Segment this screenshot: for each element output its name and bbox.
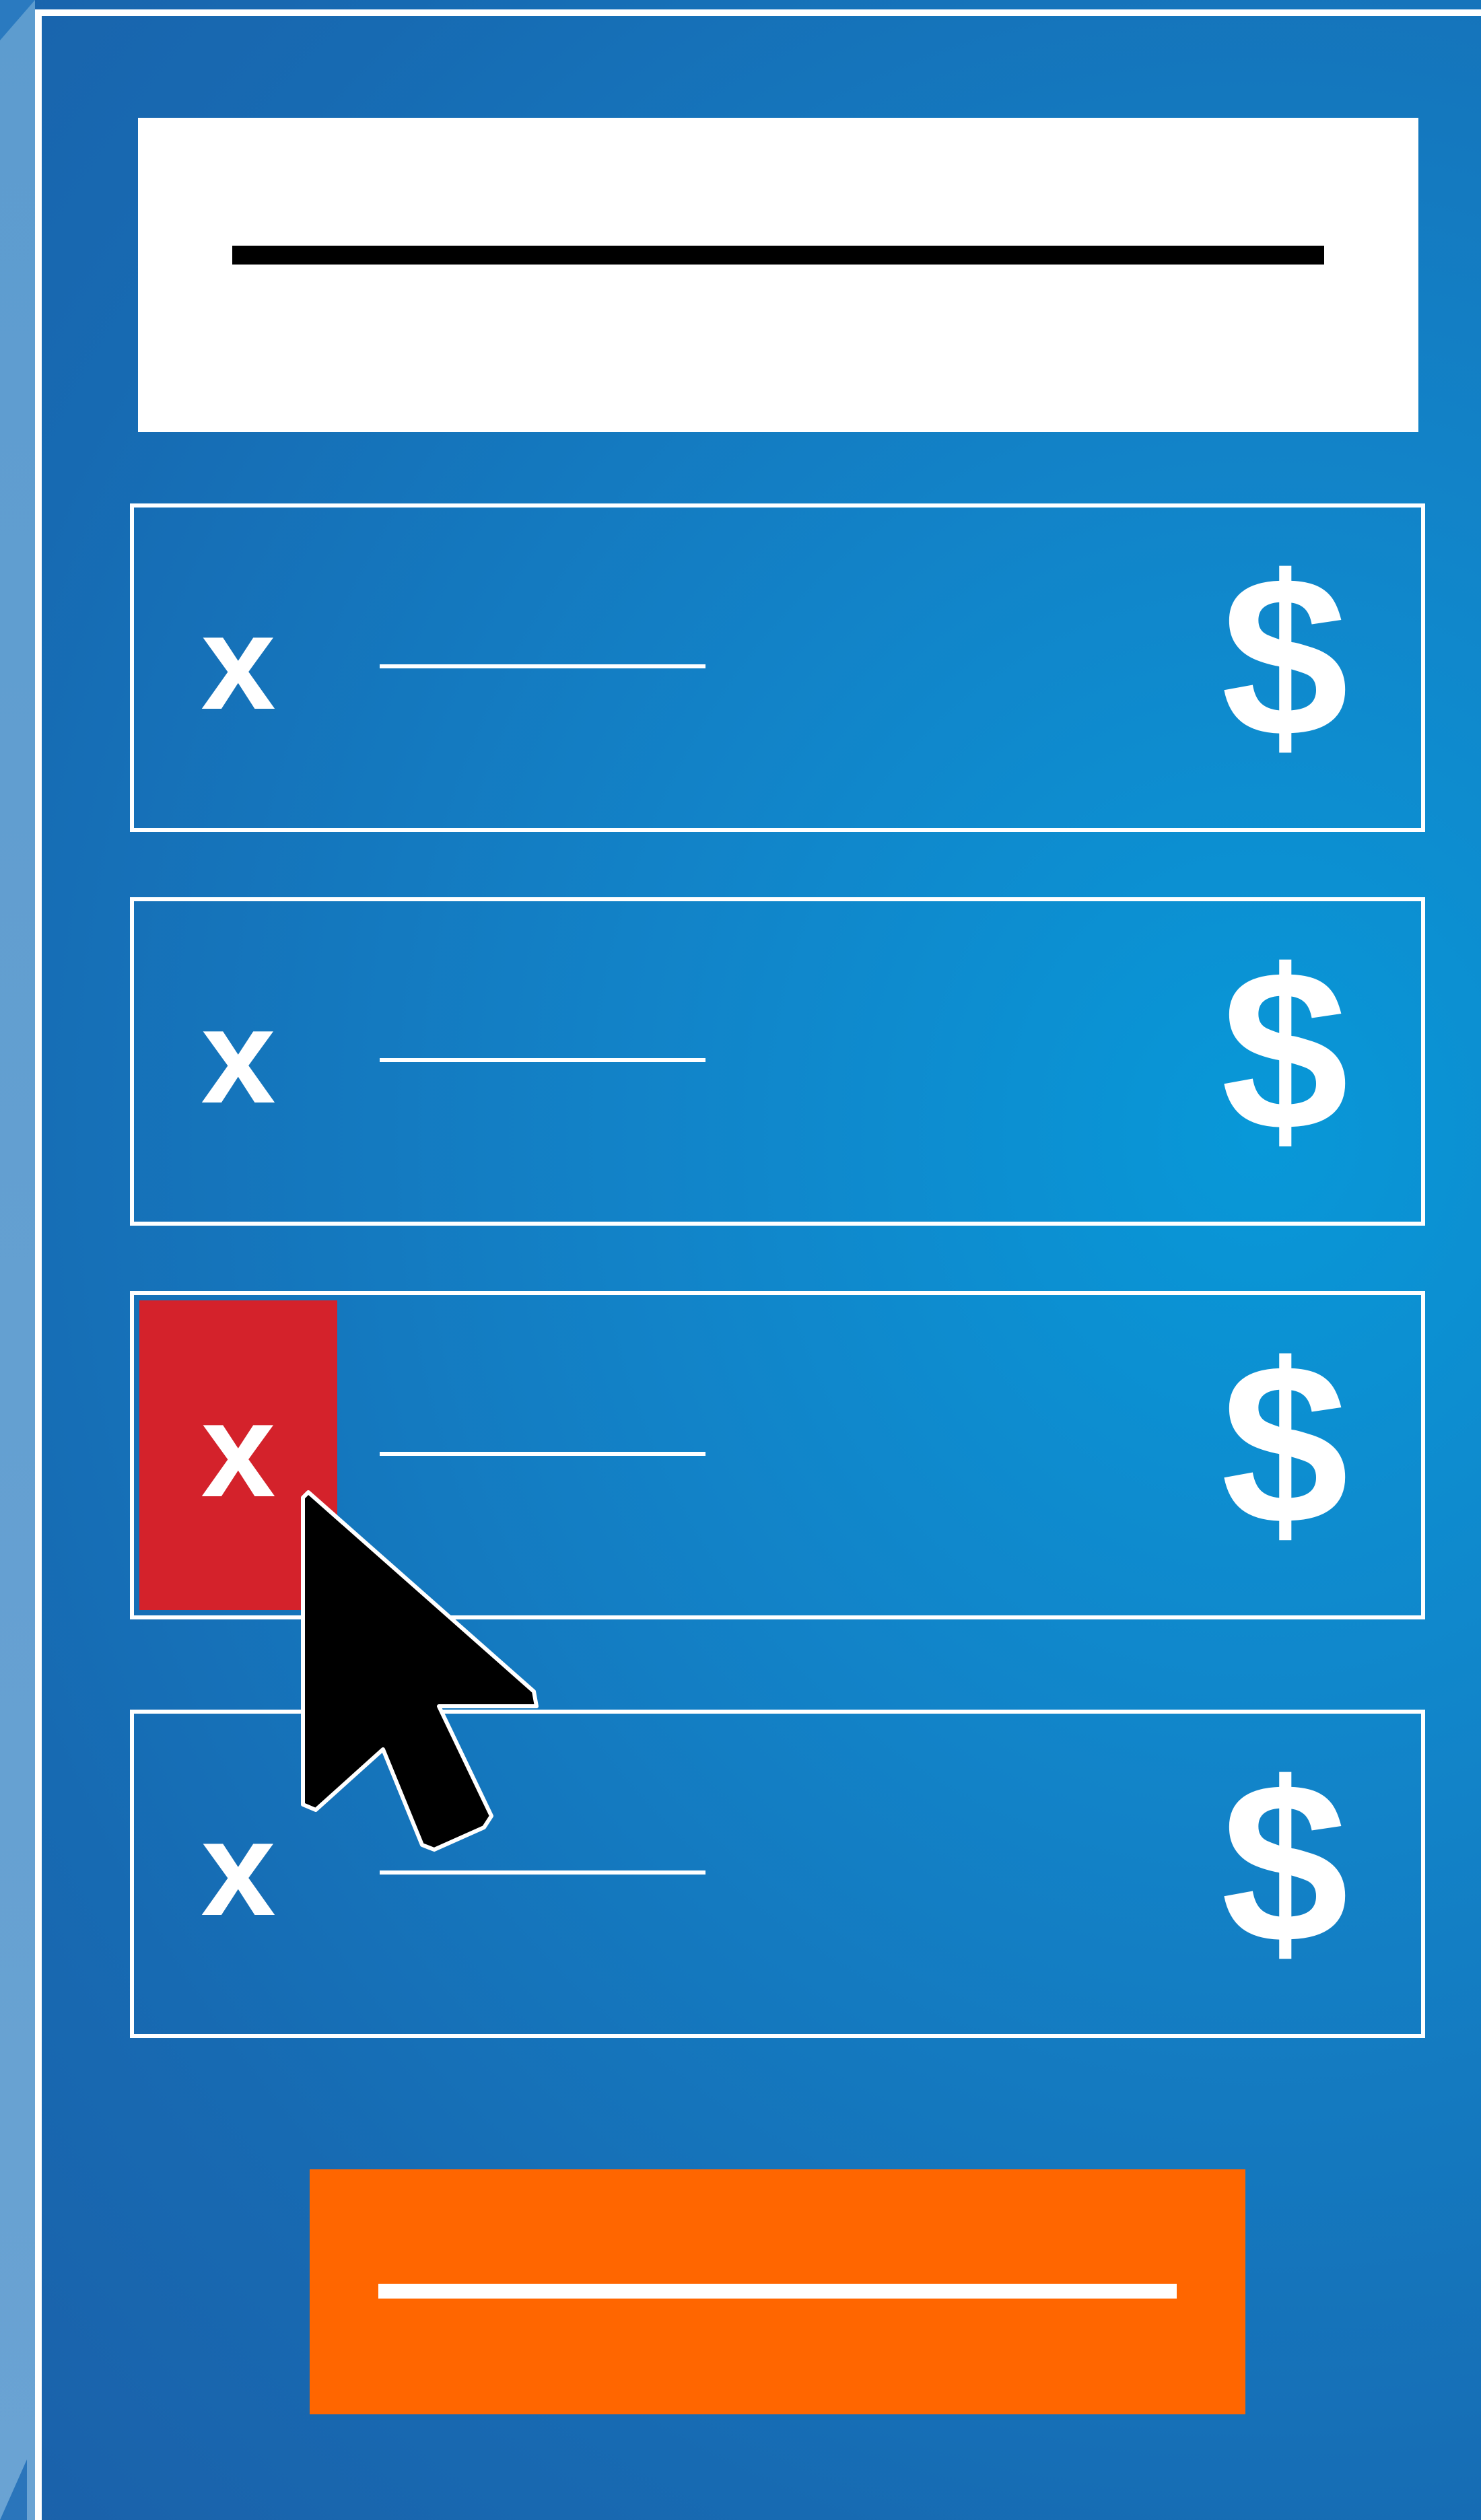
dollar-icon: $ (1220, 1735, 1348, 1991)
cart-item-row: x $ (130, 503, 1425, 832)
close-icon: x (201, 1375, 276, 1525)
close-icon: x (201, 981, 276, 1131)
cart-item-row: x $ (130, 897, 1425, 1226)
close-icon: x (201, 588, 276, 738)
dollar-icon: $ (1220, 1317, 1348, 1572)
side-panel-bottom-corner (0, 2459, 27, 2520)
item-name-placeholder (380, 1058, 705, 1062)
checkout-button-label-placeholder (378, 2284, 1177, 2299)
mouse-cursor-icon (301, 1490, 539, 1852)
side-panel-corner (0, 0, 35, 40)
remove-item-button[interactable]: x (139, 907, 337, 1216)
dollar-icon: $ (1220, 529, 1348, 785)
cart-header (138, 118, 1418, 432)
item-name-placeholder (380, 664, 705, 668)
header-title-placeholder (232, 246, 1324, 265)
remove-item-button[interactable]: x (139, 513, 337, 823)
side-panel-edge (0, 0, 35, 2520)
checkout-button[interactable] (310, 2169, 1245, 2414)
dollar-icon: $ (1220, 923, 1348, 1179)
close-icon: x (201, 1794, 276, 1944)
app-screen: x $ x $ x $ x $ (0, 0, 1481, 2520)
item-name-placeholder (380, 1870, 705, 1875)
item-name-placeholder (380, 1452, 705, 1456)
